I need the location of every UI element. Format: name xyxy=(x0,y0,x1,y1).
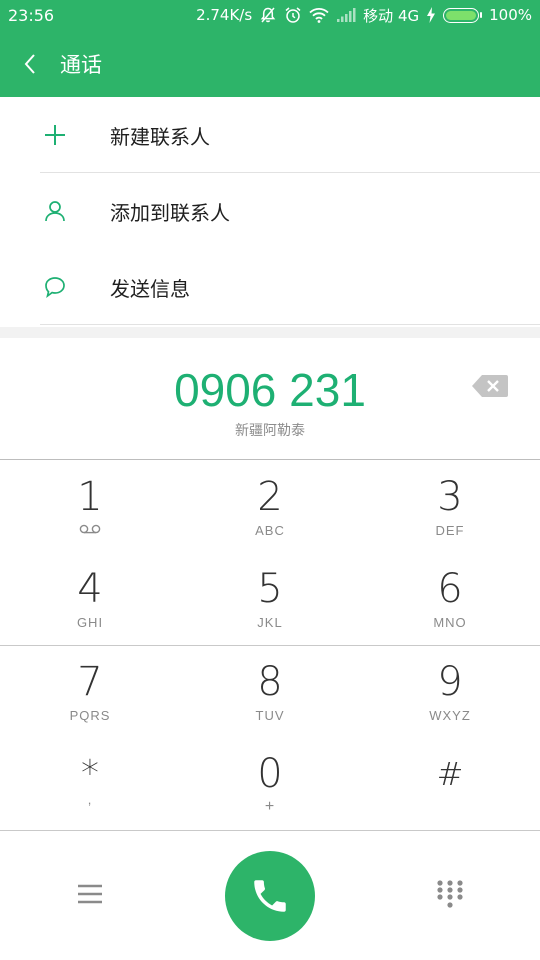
key-digit: 4 xyxy=(77,566,103,612)
alarm-icon xyxy=(285,7,301,23)
key-3[interactable]: 3 DEF xyxy=(360,461,540,553)
key-digit: 0 xyxy=(257,751,283,797)
send-message-item[interactable]: 发送信息 xyxy=(0,249,540,325)
key-digit: 6 xyxy=(437,566,463,612)
key-hash[interactable]: # xyxy=(360,738,540,830)
key-letters: WXYZ xyxy=(429,708,471,723)
message-bubble-icon xyxy=(42,274,68,300)
menu-item-label: 添加到联系人 xyxy=(110,200,230,225)
key-1[interactable]: 1 xyxy=(0,461,180,553)
key-letters: GHI xyxy=(76,615,104,630)
key-digit: 9 xyxy=(437,659,463,705)
key-letters: , xyxy=(87,792,93,807)
wifi-icon xyxy=(309,8,329,23)
key-letters: ABC xyxy=(255,523,285,538)
chevron-left-icon xyxy=(24,53,35,74)
hamburger-menu-icon xyxy=(78,884,102,904)
key-digit: 2 xyxy=(257,474,283,520)
menu-button[interactable] xyxy=(74,880,106,908)
keypad: 1 2 ABC 3 DEF 4 GHI 5 JKL 6 MNO 7 PQRS 8… xyxy=(0,461,540,831)
key-5[interactable]: 5 JKL xyxy=(180,553,360,645)
status-time: 23:56 xyxy=(8,5,55,25)
page-title: 通话 xyxy=(60,52,102,77)
menu-item-label: 发送信息 xyxy=(110,276,190,301)
charging-icon xyxy=(427,7,436,23)
menu-item-label: 新建联系人 xyxy=(110,124,210,149)
status-right: 2.74K/s 移动 4G 100% xyxy=(196,5,532,26)
key-digit: 5 xyxy=(257,566,283,612)
backspace-button[interactable] xyxy=(472,374,508,398)
network-speed: 2.74K/s xyxy=(196,6,253,24)
back-button[interactable] xyxy=(0,30,60,97)
key-digit: 1 xyxy=(77,474,103,520)
plus-icon xyxy=(42,122,68,148)
section-gap xyxy=(0,327,540,338)
key-digit: * xyxy=(81,753,99,794)
dialed-number[interactable]: 0906 231 xyxy=(0,363,540,417)
dial-display: 0906 231 新疆阿勒泰 xyxy=(0,338,540,460)
key-star[interactable]: * , xyxy=(0,738,180,830)
key-2[interactable]: 2 ABC xyxy=(180,461,360,553)
status-bar: 23:56 2.74K/s 移动 4G 100% xyxy=(0,0,540,30)
key-letters: JKL xyxy=(257,615,283,630)
key-digit: # xyxy=(436,755,464,793)
key-letters: PQRS xyxy=(69,708,111,723)
key-digit: 8 xyxy=(257,659,283,705)
key-digit: 3 xyxy=(437,474,463,520)
key-letters: DEF xyxy=(435,523,465,538)
battery-percent: 100% xyxy=(489,6,532,24)
key-8[interactable]: 8 TUV xyxy=(180,646,360,738)
dialpad-icon xyxy=(437,880,463,908)
key-0[interactable]: 0 + xyxy=(180,738,360,830)
key-7[interactable]: 7 PQRS xyxy=(0,646,180,738)
key-9[interactable]: 9 WXYZ xyxy=(360,646,540,738)
key-letters: + xyxy=(264,798,276,815)
number-location: 新疆阿勒泰 xyxy=(235,423,305,439)
divider xyxy=(0,830,540,831)
app-bar: 通话 xyxy=(0,30,540,97)
action-menu: 新建联系人 添加到联系人 发送信息 xyxy=(0,97,540,327)
signal-icon xyxy=(337,8,356,22)
add-to-contact-item[interactable]: 添加到联系人 xyxy=(0,173,540,249)
voicemail-icon xyxy=(79,524,101,534)
key-4[interactable]: 4 GHI xyxy=(0,553,180,645)
battery-icon xyxy=(443,7,483,23)
call-button[interactable] xyxy=(225,851,315,941)
bottom-bar xyxy=(0,832,540,960)
divider xyxy=(0,459,540,460)
carrier-label: 移动 4G xyxy=(363,6,420,25)
backspace-icon xyxy=(472,375,508,397)
key-digit: 7 xyxy=(77,659,103,705)
key-6[interactable]: 6 MNO xyxy=(360,553,540,645)
mute-notification-icon xyxy=(260,7,276,23)
key-letters: TUV xyxy=(255,708,285,723)
new-contact-item[interactable]: 新建联系人 xyxy=(0,97,540,173)
divider xyxy=(40,324,540,325)
key-letters: MNO xyxy=(433,615,467,630)
dialpad-toggle-button[interactable] xyxy=(436,879,464,911)
person-icon xyxy=(42,198,68,224)
phone-icon xyxy=(254,880,286,912)
